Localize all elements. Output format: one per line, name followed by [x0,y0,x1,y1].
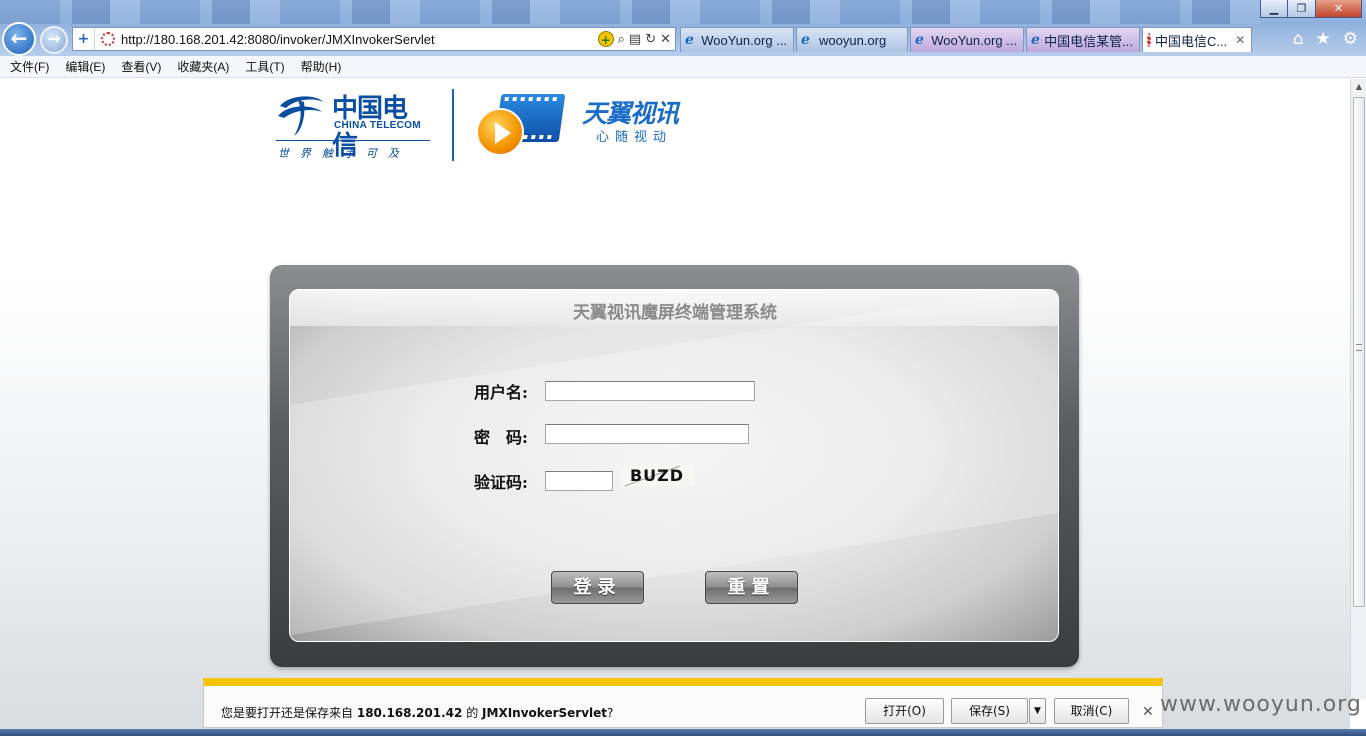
menu-tools[interactable]: 工具(T) [245,58,284,75]
tab-strip: e WooYun.org ... e wooyun.org e WooYun.o… [680,27,1254,52]
save-options-chevron-down-icon[interactable]: ▼ [1029,698,1046,724]
tab-label: WooYun.org ... [701,32,787,48]
logo-divider [452,89,454,161]
download-filename: JMXInvokerServlet [482,706,608,720]
menu-help[interactable]: 帮助(H) [301,58,342,75]
tab-label: wooyun.org [819,32,887,48]
menu-favorites[interactable]: 收藏夹(A) [177,58,229,75]
ie-icon: e [801,32,810,48]
forward-button[interactable]: → [40,26,68,54]
ie-icon: e [915,32,924,48]
tab-telecom-active[interactable]: 中国电信C... ✕ [1142,27,1252,52]
scroll-up-icon[interactable]: ▲ [1351,79,1366,95]
loading-icon [101,32,115,46]
add-site-icon[interactable]: + [73,28,95,50]
gear-icon[interactable]: ⚙ [1343,29,1358,49]
refresh-icon[interactable]: ↻ [645,32,656,47]
favorites-star-icon[interactable]: ★ [1316,29,1331,49]
open-button[interactable]: 打开(O) [865,698,944,724]
username-input[interactable] [545,381,755,401]
maximize-button[interactable]: ❐ [1288,0,1316,18]
menu-file[interactable]: 文件(F) [10,58,49,75]
download-host: 180.168.201.42 [356,706,463,720]
close-icon[interactable]: ✕ [1142,704,1154,720]
captcha-image[interactable]: BUZD [620,466,694,486]
tab-wooyun-1[interactable]: e WooYun.org ... [680,27,794,52]
ie-icon: e [685,32,694,48]
tab-label: WooYun.org ... [931,32,1017,48]
home-icon[interactable]: ⌂ [1293,29,1304,49]
prompt-prefix: 您是要打开还是保存来自 [221,706,354,720]
stop-icon[interactable]: ✕ [660,32,671,47]
menu-bar: 文件(F) 编辑(E) 查看(V) 收藏夹(A) 工具(T) 帮助(H) [0,56,1366,78]
telecom-swirl-icon [278,96,323,136]
cancel-button[interactable]: 取消(C) [1054,698,1129,724]
tianyi-name: 天翼视讯 [582,99,679,128]
close-window-button[interactable]: ✕ [1316,0,1362,18]
address-bar[interactable]: + http://180.168.201.42:8080/invoker/JMX… [72,27,676,51]
captcha-label: 验证码: [474,473,528,492]
download-prompt: 您是要打开还是保存来自 180.168.201.42 的 JMXInvokerS… [221,704,613,721]
telecom-slogan: 世界触手可及 [278,147,410,160]
menu-edit[interactable]: 编辑(E) [65,58,105,75]
tab-label: 中国电信某管... [1044,33,1133,49]
system-title: 天翼视讯魔屏终端管理系统 [573,303,777,323]
menu-view[interactable]: 查看(V) [121,58,161,75]
compatibility-view-icon[interactable]: + [597,31,614,47]
address-url[interactable]: http://180.168.201.42:8080/invoker/JMXIn… [121,32,598,47]
tianyi-slogan: 心随视动 [596,130,673,145]
tab-wooyun-3[interactable]: e WooYun.org ... [910,27,1024,52]
prompt-middle: 的 [466,706,479,720]
background-thumbnails [0,0,1260,24]
back-arrow-icon: ← [10,26,28,50]
minimize-button[interactable]: ▁ [1260,0,1288,18]
tab-close-icon[interactable]: ✕ [1235,33,1245,47]
telecom-name-en: CHINA TELECOM [334,120,421,131]
divider [276,140,430,141]
prompt-suffix: ? [607,706,614,720]
windows-taskbar [0,729,1366,736]
address-tools: + ⌕ ▤ ↻ ✕ [597,31,675,47]
username-label: 用户名: [474,383,528,402]
vertical-scrollbar[interactable]: ▲ [1350,79,1366,699]
forward-arrow-icon: → [47,29,61,48]
download-notification-bar: 您是要打开还是保存来自 180.168.201.42 的 JMXInvokerS… [203,678,1163,728]
tab-telecom-manage[interactable]: e 中国电信某管... [1026,27,1140,52]
tab-label: 中国电信C... [1155,33,1228,49]
china-telecom-logo: 中国电信 CHINA TELECOM 世界触手可及 [276,88,431,163]
reset-button[interactable]: 重置 [705,571,798,604]
loading-icon [1147,33,1151,47]
tab-wooyun-2[interactable]: e wooyun.org [796,27,908,52]
search-icon[interactable]: ⌕ [618,32,625,47]
play-icon [476,108,524,156]
captcha-input[interactable] [545,471,613,491]
login-button[interactable]: 登录 [551,571,644,604]
scroll-thumb[interactable] [1353,97,1365,607]
window-controls: ▁ ❐ ✕ [1260,0,1362,18]
password-label: 密 码: [474,428,528,447]
save-button[interactable]: 保存(S) [951,698,1028,724]
toolbar-icons: ⌂ ★ ⚙ [1293,29,1358,49]
password-input[interactable] [545,424,749,444]
grip-icon [1356,344,1362,351]
watermark: www.wooyun.org [1160,692,1362,717]
page-icon[interactable]: ▤ [629,32,641,47]
back-button[interactable]: ← [2,22,36,56]
ie-icon: e [1031,32,1040,48]
tianyi-video-logo: 天翼视讯 心随视动 [476,92,696,158]
